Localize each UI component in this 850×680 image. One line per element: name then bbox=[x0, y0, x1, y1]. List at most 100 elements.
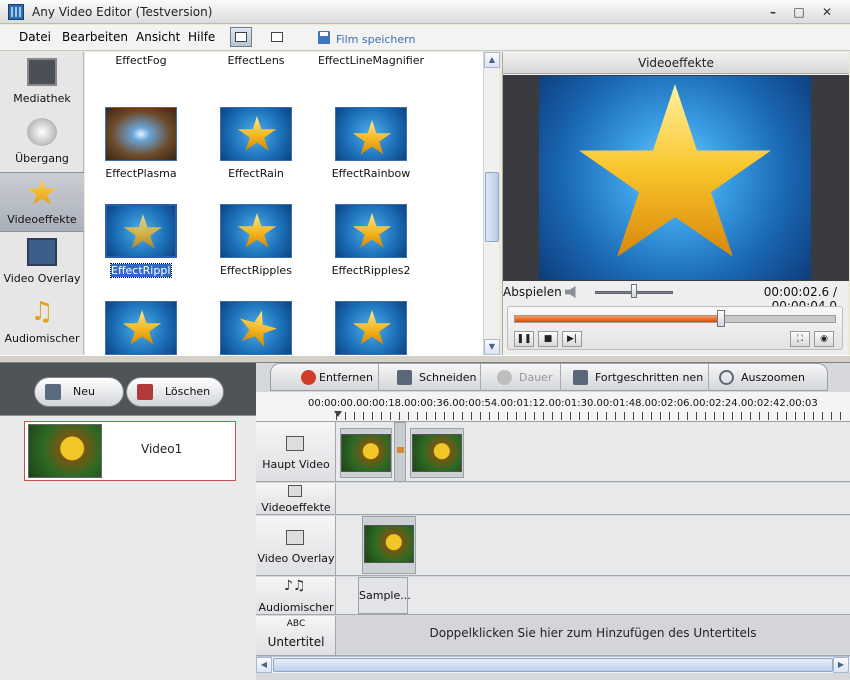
scrollbar-thumb[interactable] bbox=[273, 658, 833, 672]
menu-edit[interactable]: Bearbeiten bbox=[62, 30, 128, 44]
scissors-icon bbox=[397, 370, 412, 385]
menu-view[interactable]: Ansicht bbox=[136, 30, 180, 44]
duration-button[interactable]: Dauer bbox=[481, 364, 561, 391]
menu-file[interactable]: Datei bbox=[19, 30, 51, 44]
remove-button[interactable]: Entfernen bbox=[271, 364, 379, 391]
video-label: Video1 bbox=[141, 442, 183, 456]
track-label-video-effects: Videoeffekte bbox=[256, 483, 336, 515]
track-label-text: Untertitel bbox=[267, 635, 325, 649]
delete-button-label: Löschen bbox=[165, 385, 211, 398]
effect-item[interactable]: EffectPlasma bbox=[85, 107, 201, 203]
effect-label: EffectFog bbox=[115, 54, 167, 67]
panel-splitter[interactable] bbox=[0, 355, 850, 363]
advanced-button[interactable]: Fortgeschritten nen bbox=[561, 364, 709, 391]
category-transition[interactable]: Übergang bbox=[0, 112, 84, 172]
pause-button[interactable]: ❚❚ bbox=[514, 331, 534, 347]
category-video-effects[interactable]: Videoeffekte bbox=[0, 172, 84, 232]
effect-item[interactable]: EffectLineMagnifier bbox=[315, 52, 431, 90]
effect-label: EffectRainbow bbox=[331, 167, 411, 180]
category-media-library[interactable]: Mediathek bbox=[0, 52, 84, 112]
fullscreen-icon[interactable]: ⛶ bbox=[790, 331, 810, 347]
overlay-icon bbox=[27, 238, 57, 266]
video-effects-track[interactable] bbox=[336, 483, 850, 515]
track-label-text: Video Overlay bbox=[257, 552, 335, 565]
category-audio-mixer[interactable]: ♫ Audiomischer bbox=[0, 292, 84, 352]
effect-item[interactable]: EffectRain bbox=[200, 107, 316, 203]
zoom-out-button[interactable]: Auszoomen bbox=[709, 364, 827, 391]
effect-item[interactable]: EffectLens bbox=[200, 52, 316, 90]
maximize-button[interactable]: □ bbox=[790, 4, 808, 20]
overlay-clip[interactable] bbox=[362, 516, 416, 574]
video-clip[interactable] bbox=[410, 428, 464, 478]
effect-item[interactable]: EffectFog bbox=[85, 52, 201, 90]
subtitle-track[interactable]: Doppelklicken Sie hier zum Hinzufügen de… bbox=[336, 616, 850, 656]
transition-slot[interactable] bbox=[394, 422, 406, 482]
main-video-track[interactable] bbox=[336, 422, 850, 482]
new-button[interactable]: Neu bbox=[34, 377, 124, 407]
save-movie-button[interactable]: Film speichern bbox=[336, 33, 415, 46]
volume-slider-knob[interactable] bbox=[631, 284, 637, 298]
effect-item[interactable] bbox=[315, 301, 431, 355]
effect-item[interactable] bbox=[85, 301, 201, 355]
video-thumbnail bbox=[28, 424, 102, 478]
scroll-up-icon[interactable]: ▲ bbox=[484, 52, 500, 68]
menu-help[interactable]: Hilfe bbox=[188, 30, 215, 44]
scroll-right-icon[interactable]: ▶ bbox=[833, 657, 849, 673]
zoom-out-icon bbox=[719, 370, 734, 385]
playback-row: Abspielen 00:00:02.6 / 00:00:04.0 bbox=[503, 281, 849, 313]
effect-label: EffectLineMagnifier bbox=[317, 54, 425, 67]
cut-button[interactable]: Schneiden bbox=[379, 364, 481, 391]
preview-title: Videoeffekte bbox=[503, 52, 849, 74]
effect-item[interactable]: EffectRipples2 bbox=[315, 204, 431, 300]
effect-item-selected[interactable]: EffectRipple bbox=[85, 204, 201, 300]
timeline-horizontal-scrollbar[interactable]: ◀ ▶ bbox=[256, 656, 850, 673]
duration-label: Dauer bbox=[519, 371, 553, 384]
progress-slider[interactable] bbox=[514, 315, 836, 323]
category-video-overlay[interactable]: Video Overlay bbox=[0, 232, 84, 292]
track-label-audio-mixer: ♪♫ Audiomischer bbox=[256, 577, 336, 615]
snapshot-camera-icon[interactable]: ◉ bbox=[814, 331, 834, 347]
stop-button[interactable]: ■ bbox=[538, 331, 558, 347]
time-ruler[interactable]: 00:00:00.00:00:18.00:00:36.00:00:54.00:0… bbox=[256, 392, 850, 422]
close-button[interactable]: ✕ bbox=[818, 4, 836, 20]
category-label: Videoeffekte bbox=[7, 213, 77, 226]
effect-item[interactable] bbox=[200, 301, 316, 355]
effect-item[interactable]: EffectRipples bbox=[200, 204, 316, 300]
layout-timeline-icon[interactable] bbox=[266, 27, 288, 47]
media-list: Video1 bbox=[0, 415, 256, 680]
music-note-icon: ♫ bbox=[30, 297, 54, 327]
transition-icon bbox=[27, 118, 57, 146]
volume-icon[interactable] bbox=[565, 286, 576, 298]
progress-slider-knob[interactable] bbox=[717, 310, 725, 327]
track-label-text: Haupt Video bbox=[262, 458, 330, 471]
audio-clip[interactable]: Sample... bbox=[358, 577, 411, 614]
layout-storyboard-icon[interactable] bbox=[230, 27, 252, 47]
cut-label: Schneiden bbox=[419, 371, 477, 384]
scrollbar-thumb[interactable] bbox=[485, 172, 499, 242]
media-panel: Neu Löschen Video1 bbox=[0, 363, 256, 680]
category-label: Übergang bbox=[15, 152, 69, 165]
effects-scrollbar[interactable]: ▲ ▼ bbox=[483, 52, 500, 355]
scroll-down-icon[interactable]: ▼ bbox=[484, 339, 500, 355]
progress-fill bbox=[515, 316, 723, 322]
video-overlay-track[interactable] bbox=[336, 516, 850, 576]
media-item[interactable]: Video1 bbox=[24, 421, 236, 481]
app-icon bbox=[8, 4, 24, 20]
video-clip[interactable] bbox=[340, 428, 392, 478]
delete-button[interactable]: Löschen bbox=[126, 377, 224, 407]
playback-controls: ❚❚ ■ ▶| ⛶ ◉ bbox=[507, 306, 843, 350]
category-label: Video Overlay bbox=[3, 272, 81, 285]
save-icon[interactable] bbox=[318, 31, 330, 44]
minimize-button[interactable]: – bbox=[764, 4, 782, 20]
menu-bar: Datei Bearbeiten Ansicht Hilfe Film spei… bbox=[0, 25, 850, 51]
clock-icon bbox=[497, 370, 512, 385]
audio-track[interactable]: Sample... bbox=[336, 577, 850, 615]
advanced-label: Fortgeschritten bbox=[595, 371, 679, 384]
effect-label: EffectPlasma bbox=[105, 167, 177, 180]
preview-frame bbox=[539, 76, 811, 280]
scroll-left-icon[interactable]: ◀ bbox=[256, 657, 272, 673]
next-frame-button[interactable]: ▶| bbox=[562, 331, 582, 347]
playhead-marker[interactable] bbox=[334, 411, 342, 417]
film-strip-icon bbox=[286, 436, 304, 451]
effect-item[interactable]: EffectRainbow bbox=[315, 107, 431, 203]
